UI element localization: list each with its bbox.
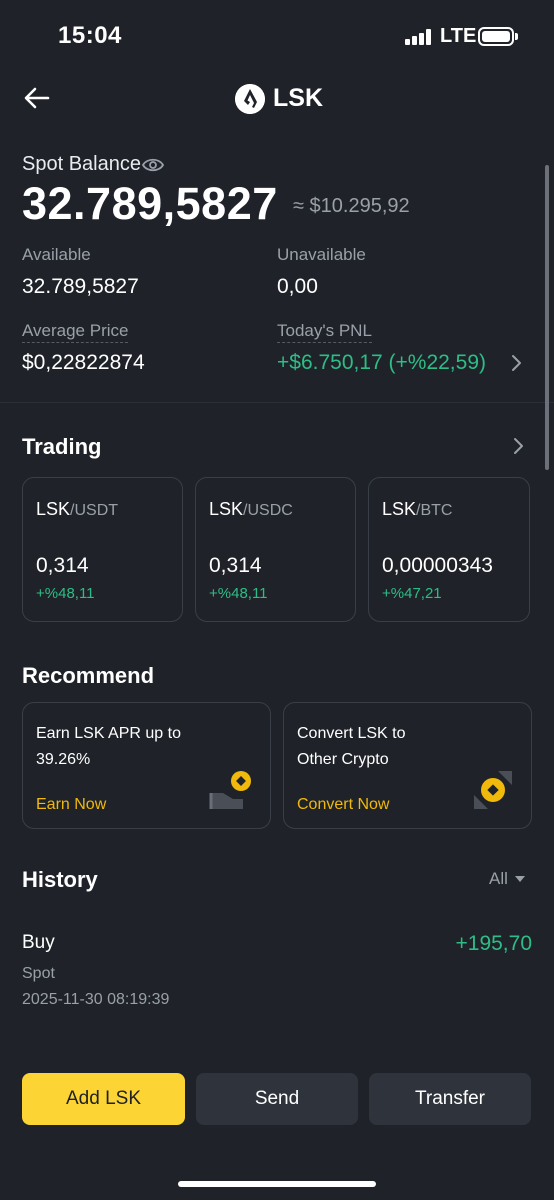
recommend-card-convert[interactable]: Convert LSK to Other Crypto Convert Now bbox=[283, 702, 532, 829]
history-timestamp: 2025-11-30 08:19:39 bbox=[22, 991, 170, 1008]
available-value: 32.789,5827 bbox=[22, 275, 139, 298]
send-button[interactable]: Send bbox=[196, 1073, 358, 1125]
history-row[interactable]: Buy Spot 2025-11-30 08:19:39 +195,70 bbox=[0, 920, 554, 1020]
recommend-title: Recommend bbox=[22, 663, 155, 688]
battery-icon bbox=[478, 27, 514, 46]
status-time: 15:04 bbox=[58, 22, 122, 49]
pair-base: LSK bbox=[36, 499, 71, 519]
network-type: LTE bbox=[440, 25, 477, 47]
convert-now-link[interactable]: Convert Now bbox=[297, 796, 389, 814]
pair-change: +%47,21 bbox=[382, 585, 442, 602]
pair-base: LSK bbox=[382, 499, 417, 519]
trading-pair-card-btc[interactable]: LSK/BTC 0,00000343 +%47,21 bbox=[368, 477, 530, 622]
pair-change: +%48,11 bbox=[209, 585, 268, 602]
history-account: Spot bbox=[22, 965, 55, 982]
earn-icon bbox=[209, 771, 251, 809]
pair-quote: /BTC bbox=[416, 502, 453, 519]
history-filter[interactable]: All bbox=[489, 869, 508, 889]
home-indicator[interactable] bbox=[178, 1181, 376, 1187]
trading-pair-card-usdc[interactable]: LSK/USDC 0,314 +%48,11 bbox=[195, 477, 356, 622]
pair-quote: /USDC bbox=[243, 502, 293, 519]
chevron-right-icon[interactable] bbox=[510, 354, 522, 372]
section-divider bbox=[0, 402, 554, 403]
spot-balance-amount: 32.789,5827 bbox=[22, 178, 278, 229]
pair-price: 0,314 bbox=[36, 554, 89, 577]
average-price-label[interactable]: Average Price bbox=[22, 321, 129, 343]
spot-balance-label: Spot Balance bbox=[22, 153, 141, 175]
earn-text-line2: 39.26% bbox=[36, 751, 91, 768]
lisk-logo-icon bbox=[235, 84, 265, 114]
history-type: Buy bbox=[22, 932, 55, 953]
todays-pnl-value[interactable]: +$6.750,17 (+%22,59) bbox=[277, 351, 486, 375]
history-amount: +195,70 bbox=[455, 932, 533, 955]
unavailable-label: Unavailable bbox=[277, 245, 366, 264]
earn-now-link[interactable]: Earn Now bbox=[36, 796, 106, 814]
convert-text-line1: Convert LSK to bbox=[297, 725, 406, 742]
recommend-card-earn[interactable]: Earn LSK APR up to 39.26% Earn Now bbox=[22, 702, 271, 829]
battery-tip bbox=[515, 33, 518, 40]
trading-pair-card-usdt[interactable]: LSK/USDT 0,314 +%48,11 bbox=[22, 477, 183, 622]
convert-text-line2: Other Crypto bbox=[297, 751, 389, 768]
caret-down-icon[interactable] bbox=[514, 875, 526, 883]
average-price-value: $0,22822874 bbox=[22, 351, 145, 374]
earn-text-line1: Earn LSK APR up to bbox=[36, 725, 181, 742]
available-label: Available bbox=[22, 245, 91, 264]
pair-price: 0,00000343 bbox=[382, 554, 493, 577]
add-lsk-button[interactable]: Add LSK bbox=[22, 1073, 185, 1125]
eye-icon[interactable] bbox=[142, 156, 164, 174]
arrow-left-icon[interactable] bbox=[22, 84, 52, 112]
pair-base: LSK bbox=[209, 499, 244, 519]
scrollbar[interactable] bbox=[545, 165, 549, 470]
unavailable-value: 0,00 bbox=[277, 275, 318, 298]
pair-price: 0,314 bbox=[209, 554, 262, 577]
trading-chevron-right-icon[interactable] bbox=[512, 437, 524, 455]
spot-balance-fiat: ≈ $10.295,92 bbox=[293, 195, 410, 217]
pair-quote: /USDT bbox=[70, 502, 119, 519]
todays-pnl-label[interactable]: Today's PNL bbox=[277, 321, 372, 343]
cellular-signal-icon bbox=[405, 29, 433, 45]
pair-change: +%48,11 bbox=[36, 585, 95, 602]
convert-icon bbox=[474, 771, 512, 809]
page-title: LSK bbox=[273, 84, 323, 112]
history-title: History bbox=[22, 867, 98, 892]
trading-title: Trading bbox=[22, 434, 102, 459]
transfer-button[interactable]: Transfer bbox=[369, 1073, 531, 1125]
